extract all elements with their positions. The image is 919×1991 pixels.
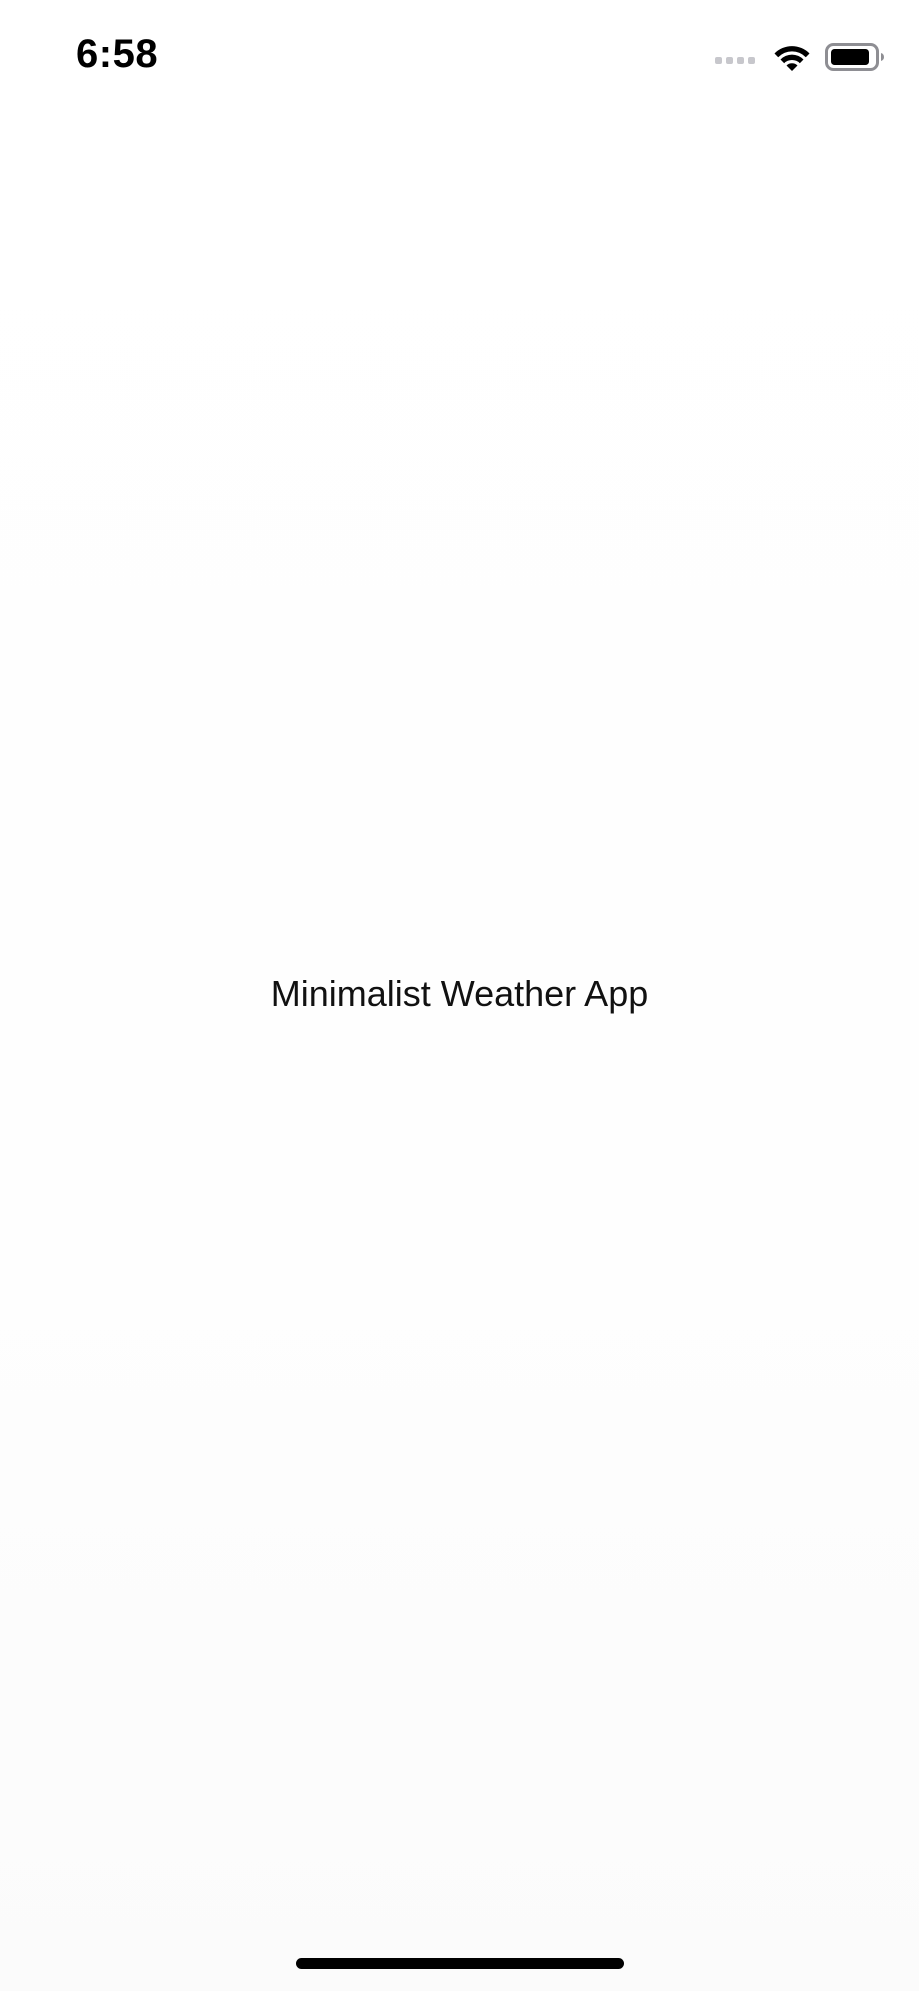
status-bar: 6:58: [0, 0, 919, 110]
signal-bar-3: [737, 57, 744, 64]
status-time: 6:58: [76, 32, 159, 76]
signal-bar-2: [726, 57, 733, 64]
wifi-icon: [773, 42, 811, 72]
status-icons: [715, 40, 885, 74]
signal-bar-1: [715, 57, 722, 64]
battery-icon: [825, 42, 885, 72]
signal-bar-4: [748, 57, 755, 64]
cellular-signal-icon: [715, 50, 755, 64]
home-indicator[interactable]: [296, 1958, 624, 1969]
app-screen: 6:58 Minimalist Weather App: [0, 0, 919, 1991]
app-title: Minimalist Weather App: [270, 973, 649, 1014]
